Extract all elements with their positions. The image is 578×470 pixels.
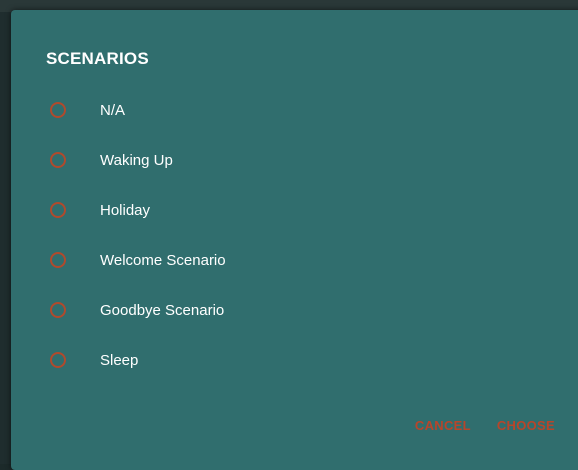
scenario-option-label: N/A xyxy=(100,101,126,119)
scenario-option-goodbye[interactable]: Goodbye Scenario xyxy=(11,285,578,335)
scenario-option-holiday[interactable]: Holiday xyxy=(11,185,578,235)
scenario-option-waking-up[interactable]: Waking Up xyxy=(11,135,578,185)
dialog-actions: CANCEL CHOOSE xyxy=(415,418,555,433)
radio-unchecked-icon[interactable] xyxy=(50,302,66,318)
dialog-title: SCENARIOS xyxy=(46,49,149,68)
scenarios-dialog: SCENARIOS N/A Waking Up Holiday Welcome … xyxy=(11,10,578,470)
scenario-option-na[interactable]: N/A xyxy=(11,85,578,135)
radio-unchecked-icon[interactable] xyxy=(50,252,66,268)
scenario-option-sleep[interactable]: Sleep xyxy=(11,335,578,385)
scenario-option-label: Welcome Scenario xyxy=(100,251,226,269)
radio-unchecked-icon[interactable] xyxy=(50,102,66,118)
cancel-button[interactable]: CANCEL xyxy=(415,418,471,433)
scenario-option-label: Holiday xyxy=(100,201,151,219)
scenario-option-label: Goodbye Scenario xyxy=(100,301,225,319)
radio-unchecked-icon[interactable] xyxy=(50,202,66,218)
radio-unchecked-icon[interactable] xyxy=(50,152,66,168)
scenario-option-welcome[interactable]: Welcome Scenario xyxy=(11,235,578,285)
scenario-option-label: Waking Up xyxy=(100,151,173,169)
radio-unchecked-icon[interactable] xyxy=(50,352,66,368)
choose-button[interactable]: CHOOSE xyxy=(497,418,555,433)
scenario-option-list: N/A Waking Up Holiday Welcome Scenario G… xyxy=(11,85,578,385)
scenario-option-label: Sleep xyxy=(100,351,139,369)
